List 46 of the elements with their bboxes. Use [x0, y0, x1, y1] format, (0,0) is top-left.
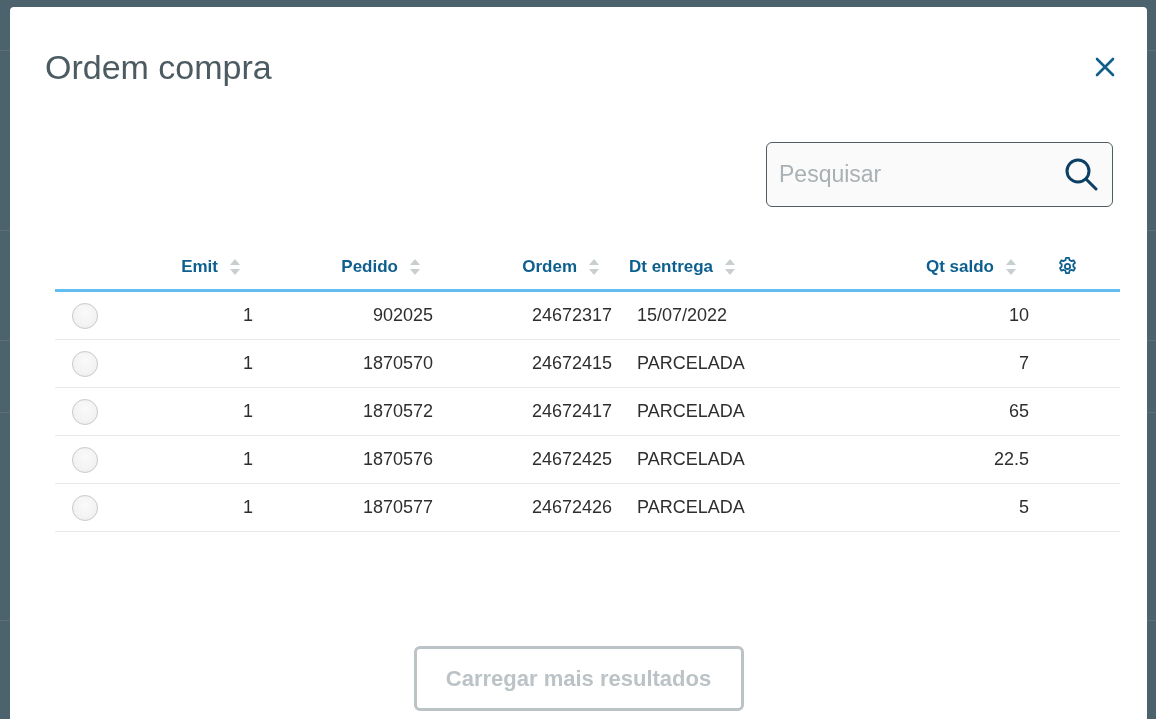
table-cell: 24672417	[531, 401, 612, 421]
column-header[interactable]: Ordem	[522, 256, 577, 277]
table-cell: 24672426	[531, 497, 612, 517]
table-cell: 1	[243, 305, 253, 325]
radio-button[interactable]	[72, 446, 98, 473]
table-cell: 15/07/2022	[637, 305, 728, 325]
column-header[interactable]: Pedido	[341, 256, 398, 277]
table-cell: 1870577	[362, 497, 433, 517]
sort-icon	[725, 258, 736, 275]
table-cell: 1	[243, 353, 253, 373]
table-cell: 24672425	[531, 449, 612, 469]
table-cell: PARCELADA	[637, 353, 745, 373]
table-cell: 902025	[372, 305, 433, 325]
radio-button[interactable]	[72, 350, 98, 377]
sort-icon	[410, 258, 420, 275]
table-cell: 22.5	[993, 449, 1029, 469]
close-icon	[1095, 57, 1115, 77]
table-cell: 1	[243, 449, 253, 469]
table-cell: 1	[243, 497, 253, 517]
column-header[interactable]: Dt entrega	[629, 256, 714, 277]
sort-icon	[230, 258, 240, 275]
table-cell: 24672317	[531, 305, 612, 325]
table-cell: 5	[1019, 497, 1029, 517]
search-icon[interactable]	[1064, 157, 1098, 191]
table-cell: 7	[1019, 353, 1029, 373]
dialog-title: Ordem compra	[45, 47, 272, 88]
radio-button[interactable]	[72, 494, 98, 521]
search-field[interactable]: Pesquisar	[766, 142, 1113, 207]
radio-button[interactable]	[72, 302, 98, 329]
radio-button[interactable]	[72, 398, 98, 425]
table-cell: PARCELADA	[637, 449, 745, 469]
close-button[interactable]	[1095, 57, 1115, 77]
table-cell: PARCELADA	[637, 497, 745, 517]
table-cell: PARCELADA	[637, 401, 745, 421]
sort-icon	[589, 258, 599, 275]
table-cell: 1870570	[362, 353, 433, 373]
table-cell: 1870572	[362, 401, 433, 421]
column-header[interactable]: Qt saldo	[926, 256, 994, 277]
table-cell: 24672415	[531, 353, 612, 373]
settings-icon[interactable]	[1057, 256, 1078, 277]
table-cell: 10	[1008, 305, 1029, 325]
table-cell: 1	[243, 401, 253, 421]
table-cell: 1870576	[362, 449, 433, 469]
sort-icon	[1006, 258, 1016, 275]
table-cell: 65	[1008, 401, 1029, 421]
column-header[interactable]: Emit	[181, 256, 218, 277]
